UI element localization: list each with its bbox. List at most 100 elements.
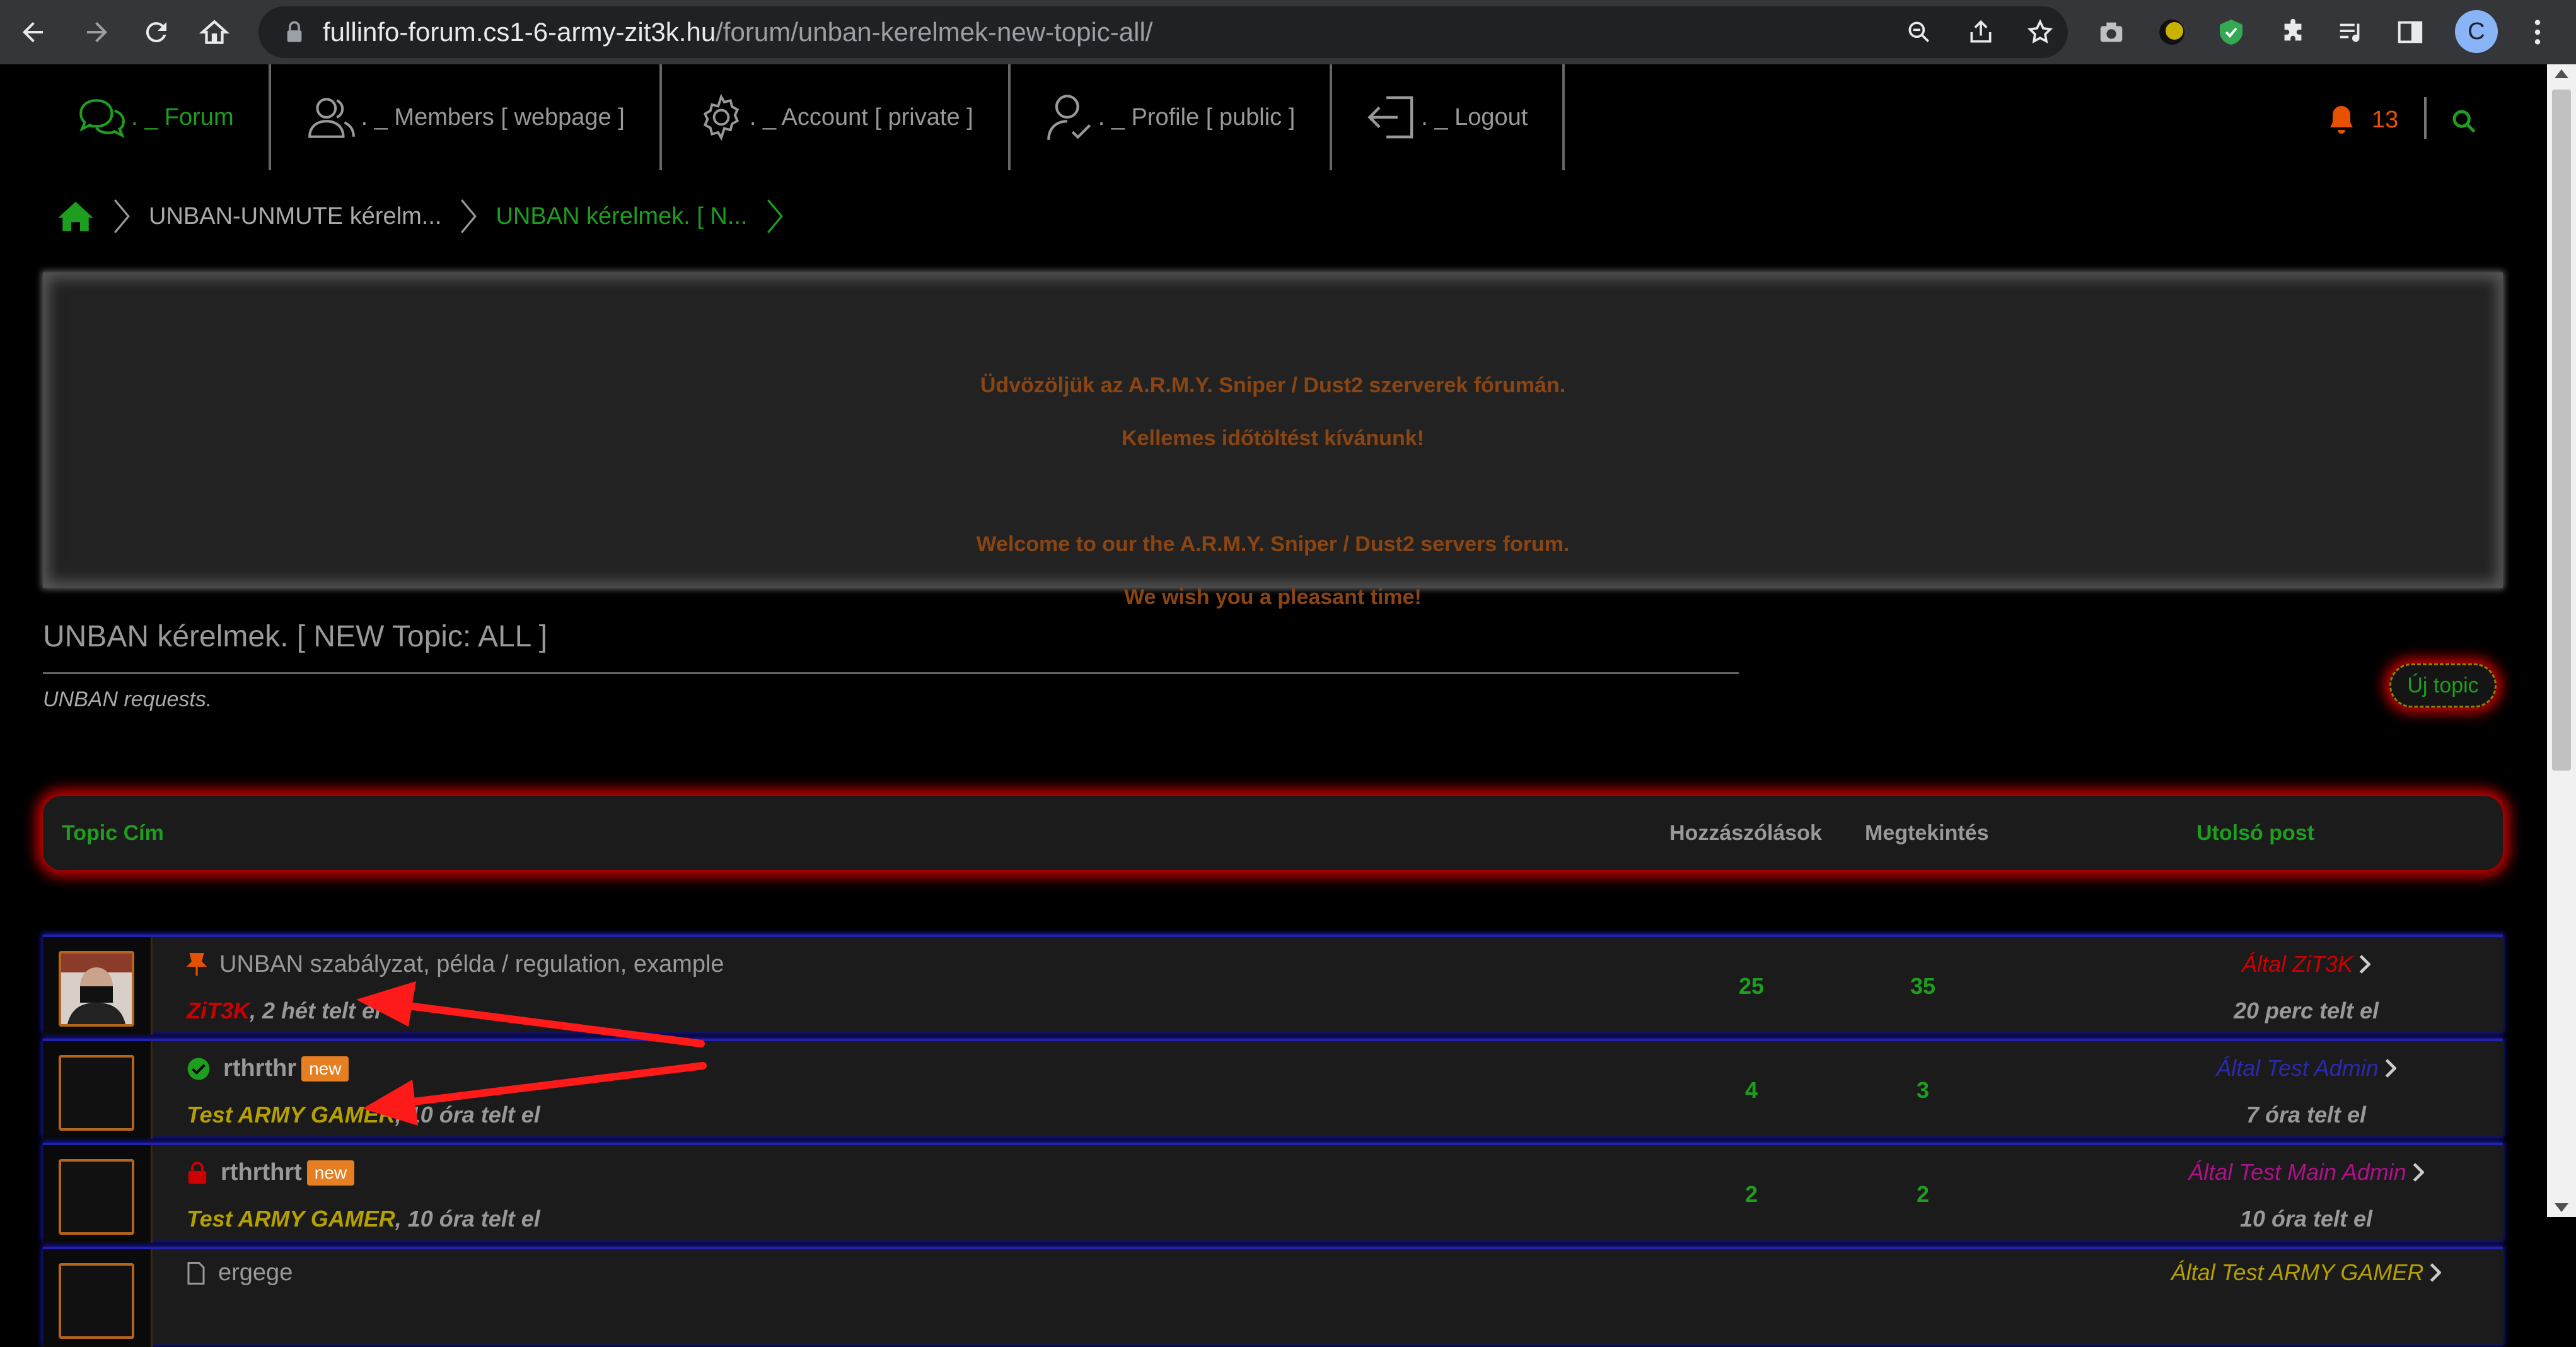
nav-profile[interactable]: . _ Profile [ public ] — [1011, 64, 1333, 170]
topic-age: , 2 hét telt el — [250, 998, 381, 1023]
page-scrollbar[interactable] — [2547, 64, 2576, 1217]
topic-age: , 10 óra telt el — [395, 1206, 540, 1232]
side-panel-button[interactable] — [2392, 14, 2428, 50]
last-post-author[interactable]: Által Test Admin — [2086, 1055, 2527, 1082]
last-post-by: Által Test ARMY GAMER — [2171, 1259, 2424, 1285]
share-button[interactable] — [1963, 15, 1999, 50]
table-row[interactable]: rthrthr new Test ARMY GAMER, 10 óra telt… — [43, 1039, 2503, 1139]
zoom-button[interactable] — [1901, 15, 1937, 50]
forward-button[interactable] — [76, 11, 119, 54]
home-icon — [199, 20, 230, 44]
reply-count: 4 — [1744, 1077, 1758, 1103]
avatar-cell — [43, 1041, 153, 1139]
scroll-thumb[interactable] — [2552, 90, 2571, 771]
chevron-right-icon — [2430, 1263, 2442, 1282]
breadcrumb-current[interactable]: UNBAN kérelmek. [ N... — [496, 203, 747, 230]
new-topic-button[interactable]: Új topic — [2389, 663, 2497, 708]
header-views[interactable]: Megtekintés — [1865, 796, 1989, 870]
last-post-author[interactable]: Által ZiT3K — [2086, 951, 2527, 977]
home-button[interactable] — [193, 11, 236, 54]
avatar[interactable] — [59, 1263, 134, 1339]
music-list-icon — [2340, 23, 2360, 42]
home-icon[interactable] — [57, 200, 95, 233]
table-row[interactable]: UNBAN szabályzat, példa / regulation, ex… — [43, 935, 2503, 1035]
media-button[interactable] — [2333, 14, 2369, 50]
scroll-up-arrow[interactable] — [2555, 69, 2568, 78]
table-row[interactable]: rthrthrt new Test ARMY GAMER, 10 óra tel… — [43, 1143, 2503, 1243]
topic-title-link[interactable]: rthrthrt new — [187, 1159, 355, 1186]
last-post-author[interactable]: Által Test Main Admin — [2086, 1159, 2527, 1186]
nav-members[interactable]: . _ Members [ webpage ] — [271, 64, 662, 170]
logout-icon — [1367, 96, 1413, 139]
main-navigation: . _ Forum . _ Members [ webpage ] . _ Ac… — [38, 64, 1565, 170]
bookmark-button[interactable] — [2022, 15, 2058, 50]
topic-age: , 10 óra telt el — [395, 1102, 540, 1128]
topic-title-link[interactable]: ergege — [187, 1259, 293, 1286]
last-post-by: Által Test Main Admin — [2188, 1159, 2406, 1185]
topic-author-line: Test ARMY GAMER, 10 óra telt el — [187, 1102, 540, 1128]
last-post-time: 20 perc telt el — [2233, 998, 2379, 1023]
back-button[interactable] — [11, 11, 54, 54]
pin-icon — [187, 952, 207, 976]
bell-icon — [2330, 106, 2353, 134]
avatar[interactable] — [59, 1159, 134, 1235]
extension-camera[interactable] — [2093, 14, 2130, 50]
avatar-cell — [43, 1249, 153, 1347]
topic-author[interactable]: Test ARMY GAMER — [187, 1102, 395, 1128]
view-count: 2 — [1916, 1181, 1930, 1207]
profile-avatar[interactable]: C — [2455, 10, 2498, 53]
breadcrumb-parent[interactable]: UNBAN-UNMUTE kérelm... — [149, 203, 441, 230]
lock-icon — [188, 1161, 207, 1184]
search-button[interactable] — [2451, 108, 2476, 137]
nav-logout[interactable]: . _ Logout — [1332, 64, 1565, 170]
header-replies[interactable]: Hozzászólások — [1669, 796, 1822, 870]
browser-menu-button[interactable] — [2519, 14, 2556, 50]
nav-logout-label: . _ Logout — [1421, 103, 1528, 131]
topic-author[interactable]: Test ARMY GAMER — [187, 1206, 395, 1232]
avatar-cell — [43, 1145, 153, 1243]
gear-icon — [703, 93, 739, 141]
nav-account-label: . _ Account [ private ] — [749, 103, 973, 131]
topic-title: rthrthrt — [221, 1159, 302, 1186]
reload-button[interactable] — [135, 11, 178, 54]
nav-account[interactable]: . _ Account [ private ] — [662, 64, 1011, 170]
header-topic[interactable]: Topic Cím — [62, 796, 164, 870]
nav-members-label: . _ Members [ webpage ] — [361, 103, 625, 131]
topic-title-link[interactable]: rthrthr new — [187, 1055, 349, 1082]
nav-divider — [2424, 97, 2427, 139]
document-icon — [187, 1261, 205, 1285]
welcome-banner: Üdvözöljük az A.R.M.Y. Sniper / Dust2 sz… — [43, 272, 2503, 609]
forward-arrow-icon — [87, 22, 107, 42]
address-bar[interactable]: fullinfo-forum.cs1-6-army-zit3k.hu/forum… — [258, 6, 2068, 58]
scroll-down-arrow[interactable] — [2555, 1203, 2568, 1212]
header-last-post[interactable]: Utolsó post — [2196, 796, 2314, 870]
new-badge: new — [301, 1056, 349, 1082]
reload-icon — [146, 22, 166, 43]
topic-author-line: ZiT3K, 2 hét telt el — [187, 998, 381, 1024]
last-post-time: 10 óra telt el — [2239, 1206, 2373, 1232]
check-circle-icon — [187, 1058, 210, 1080]
lock-icon — [287, 21, 302, 42]
topic-title-link[interactable]: UNBAN szabályzat, példa / regulation, ex… — [187, 951, 724, 978]
search-icon — [2452, 110, 2476, 133]
view-count: 35 — [1910, 973, 1936, 999]
page-title: UNBAN kérelmek. [ NEW Topic: ALL ] — [43, 620, 548, 653]
avatar[interactable] — [59, 951, 134, 1027]
last-post-author[interactable]: Által Test ARMY GAMER — [2086, 1259, 2527, 1286]
page-subtitle: UNBAN requests. — [43, 687, 212, 711]
table-row[interactable]: ergege Által Test ARMY GAMER — [43, 1247, 2503, 1347]
topic-author[interactable]: ZiT3K — [187, 998, 250, 1023]
url-text[interactable]: fullinfo-forum.cs1-6-army-zit3k.hu/forum… — [323, 6, 1152, 58]
avatar[interactable] — [59, 1055, 134, 1131]
nav-forum-label: . _ Forum — [131, 103, 234, 131]
last-post-by: Által ZiT3K — [2241, 951, 2353, 977]
nav-forum[interactable]: . _ Forum — [38, 64, 271, 170]
share-icon — [1970, 20, 1992, 43]
members-icon — [308, 98, 355, 138]
chevron-right-icon — [2385, 1059, 2396, 1078]
extension-shield[interactable] — [2213, 14, 2249, 50]
notifications[interactable]: 13 — [2326, 103, 2398, 136]
chevron-right-icon — [2413, 1163, 2424, 1182]
extensions-button[interactable] — [2275, 14, 2311, 50]
extension-moon[interactable] — [2154, 14, 2190, 50]
